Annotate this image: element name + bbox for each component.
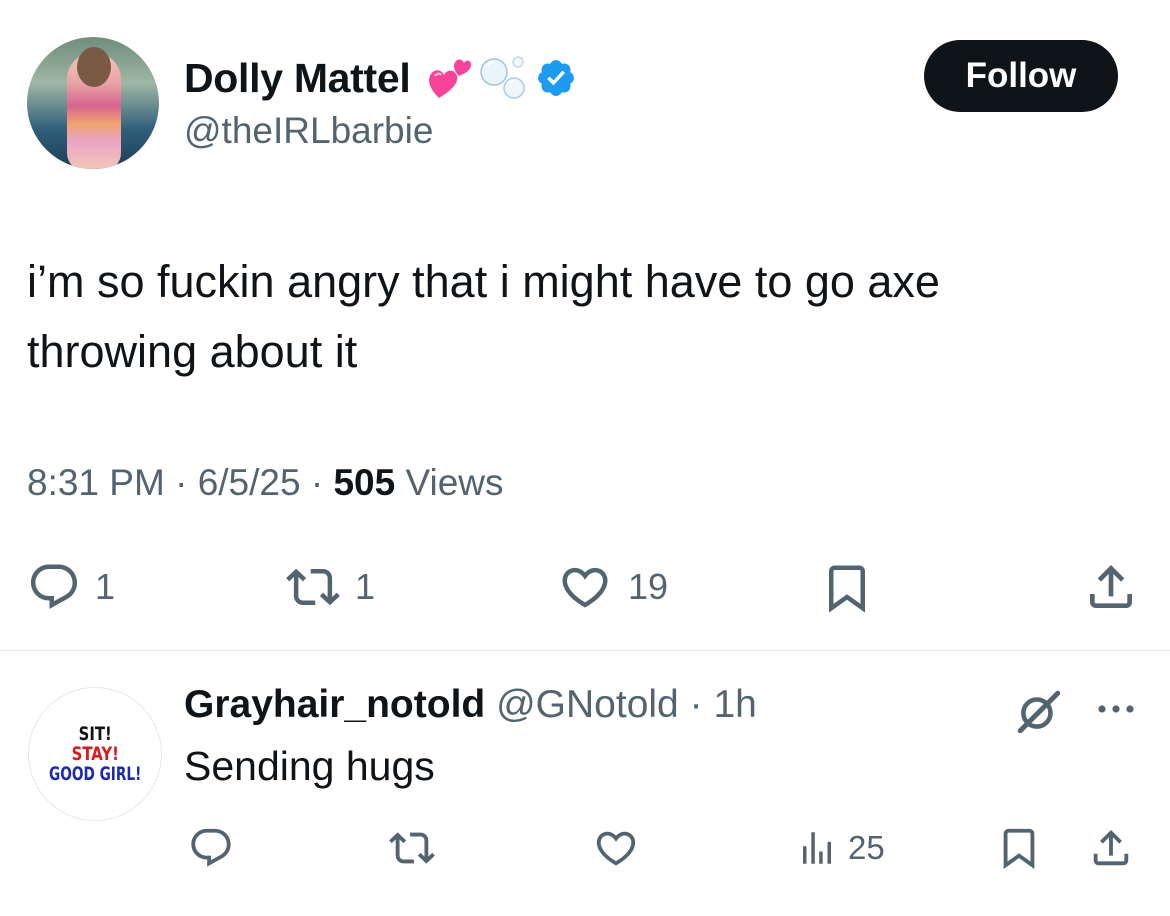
reply-author-handle[interactable]: @GNotold (496, 683, 679, 726)
share-icon (1093, 829, 1129, 866)
retweet-icon (286, 568, 340, 606)
avatar-text-line-2: STAY! (71, 742, 119, 765)
author-handle[interactable]: @theIRLbarbie (184, 110, 433, 152)
analytics-icon (803, 832, 831, 864)
views-count: 505 (333, 462, 396, 503)
reply-share-button[interactable] (1088, 823, 1134, 873)
tweet-date[interactable]: 6/5/25 (198, 462, 301, 503)
tweet-text: i’m so fuckin angry that i might have to… (27, 247, 1127, 387)
reply-reply-button[interactable] (188, 825, 234, 871)
bookmark-button[interactable] (820, 560, 874, 616)
reply-separator: · (689, 683, 703, 726)
tweet-text-line-1: i’m so fuckin angry that i might have to… (27, 256, 940, 307)
verified-badge-icon[interactable] (535, 57, 577, 99)
reply-like-button[interactable] (592, 825, 640, 871)
reply-icon (30, 564, 78, 609)
like-button[interactable]: 19 (556, 560, 668, 614)
reply-count: 1 (95, 566, 116, 607)
bookmark-icon (1003, 828, 1035, 869)
tweet-time[interactable]: 8:31 PM (27, 462, 165, 503)
tweet-text-line-2: throwing about it (27, 326, 358, 377)
reply-header: Grayhair_notold @GNotold · 1h (184, 683, 757, 727)
reply-icon (191, 828, 231, 867)
bubbles-emoji-icon (479, 56, 525, 99)
reply-avatar[interactable]: SIT! STAY! GOOD GIRL! (28, 687, 162, 821)
avatar-text-line-1: SIT! (78, 722, 112, 745)
reply-button[interactable]: 1 (27, 560, 115, 614)
meta-separator: · (310, 462, 324, 503)
follow-button[interactable]: Follow (924, 40, 1118, 112)
reply-retweet-button[interactable] (388, 825, 436, 871)
main-tweet: Dolly Mattel @theIRLbarbie Follow i’m so… (0, 0, 1170, 650)
reply-views-button[interactable]: 25 (796, 825, 885, 871)
reply-bookmark-button[interactable] (996, 823, 1042, 873)
avatar-text-line-3: GOOD GIRL! (48, 762, 142, 785)
retweet-button[interactable]: 1 (285, 560, 375, 614)
meta-separator: · (175, 462, 188, 503)
retweet-icon (389, 832, 435, 864)
retweet-count: 1 (355, 566, 376, 607)
reply-actions: 25 (0, 825, 1170, 887)
more-icon[interactable] (1094, 699, 1138, 719)
like-count: 19 (628, 566, 669, 607)
author-name[interactable]: Dolly Mattel (184, 55, 411, 102)
reply-tweet[interactable]: SIT! STAY! GOOD GIRL! Grayhair_notold @G… (0, 651, 1170, 916)
avatar-hair (77, 47, 111, 87)
heart-icon (596, 831, 636, 866)
author-name-row: Dolly Mattel (184, 50, 577, 106)
reply-text: Sending hugs (184, 743, 435, 789)
grok-icon[interactable] (1014, 687, 1064, 737)
two-hearts-emoji-icon (428, 59, 471, 98)
reply-author-name[interactable]: Grayhair_notold (184, 683, 485, 726)
reply-views-count: 25 (848, 829, 885, 866)
tweet-meta: 8:31 PM · 6/5/25 · 505 Views (27, 462, 504, 504)
views-label: Views (405, 462, 504, 503)
heart-icon (562, 567, 608, 608)
share-button[interactable] (1083, 558, 1139, 616)
author-avatar[interactable] (27, 37, 159, 169)
tweet-actions: 1 1 19 (0, 556, 1170, 618)
share-icon (1090, 565, 1132, 608)
bookmark-icon (829, 565, 865, 613)
reply-time[interactable]: 1h (713, 683, 756, 726)
